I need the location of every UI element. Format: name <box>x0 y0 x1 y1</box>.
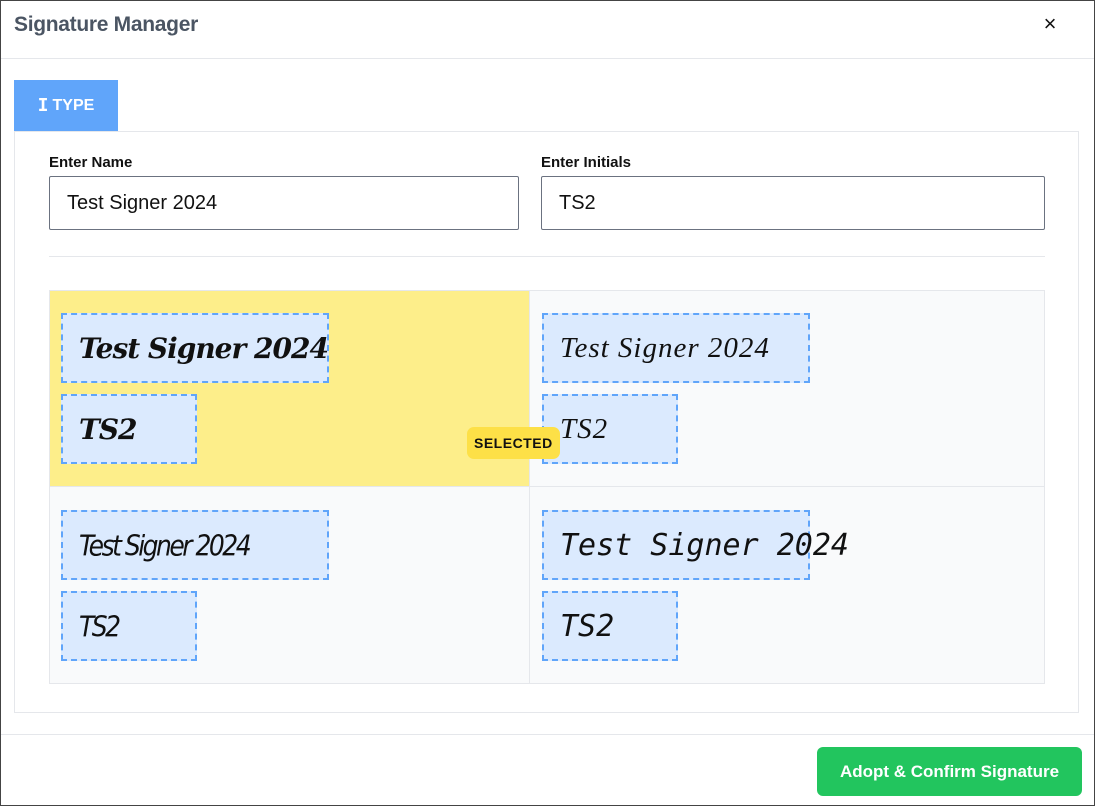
close-icon[interactable]: × <box>1037 11 1063 37</box>
initials-text: TS2 <box>79 609 121 643</box>
initials-preview: TS2 <box>61 591 197 661</box>
initials-preview: TS2 <box>542 394 678 464</box>
initials-text: TS2 <box>560 608 615 644</box>
initials-preview: TS2 <box>61 394 197 464</box>
footer-divider <box>1 734 1094 735</box>
initials-text: TS2 <box>560 412 609 445</box>
signature-text: Test Signer 2024 <box>560 331 770 364</box>
selected-badge: SELECTED <box>467 427 560 459</box>
initials-input[interactable] <box>541 176 1045 230</box>
signature-preview: Test Signer 2024 <box>542 313 810 383</box>
signature-text: Test Signer 2024 <box>79 331 329 365</box>
divider <box>49 256 1045 257</box>
signature-options-grid: SELECTED Test Signer 2024 TS2 Test Signe… <box>49 290 1045 684</box>
signature-preview: Test Signer 2024 <box>542 510 849 580</box>
text-cursor-icon: Ι <box>37 95 49 116</box>
name-label: Enter Name <box>49 154 133 171</box>
signature-text: Test Signer 2024 <box>560 527 849 563</box>
signature-preview: Test Signer 2024 <box>61 313 329 383</box>
signature-option-1[interactable]: Test Signer 2024 TS2 <box>49 290 530 487</box>
dialog-title: Signature Manager <box>14 13 198 36</box>
signature-option-4[interactable]: Test Signer 2024 TS2 <box>529 486 1045 684</box>
name-input[interactable] <box>49 176 519 230</box>
adopt-confirm-button[interactable]: Adopt & Confirm Signature <box>817 747 1082 796</box>
signature-preview: Test Signer 2024 <box>61 510 329 580</box>
signature-option-3[interactable]: Test Signer 2024 TS2 <box>49 486 530 684</box>
tab-type-label: TYPE <box>52 96 95 114</box>
signature-manager-dialog: Signature Manager × Ι TYPE Enter Name En… <box>0 0 1095 806</box>
initials-preview: TS2 <box>542 591 678 661</box>
tab-type[interactable]: Ι TYPE <box>14 80 118 131</box>
dialog-header: Signature Manager × <box>1 1 1094 59</box>
initials-label: Enter Initials <box>541 154 632 171</box>
initials-text: TS2 <box>79 412 138 446</box>
type-panel: Enter Name Enter Initials SELECTED Test … <box>14 131 1079 713</box>
signature-option-2[interactable]: Test Signer 2024 TS2 <box>529 290 1045 487</box>
signature-text: Test Signer 2024 <box>79 528 252 562</box>
